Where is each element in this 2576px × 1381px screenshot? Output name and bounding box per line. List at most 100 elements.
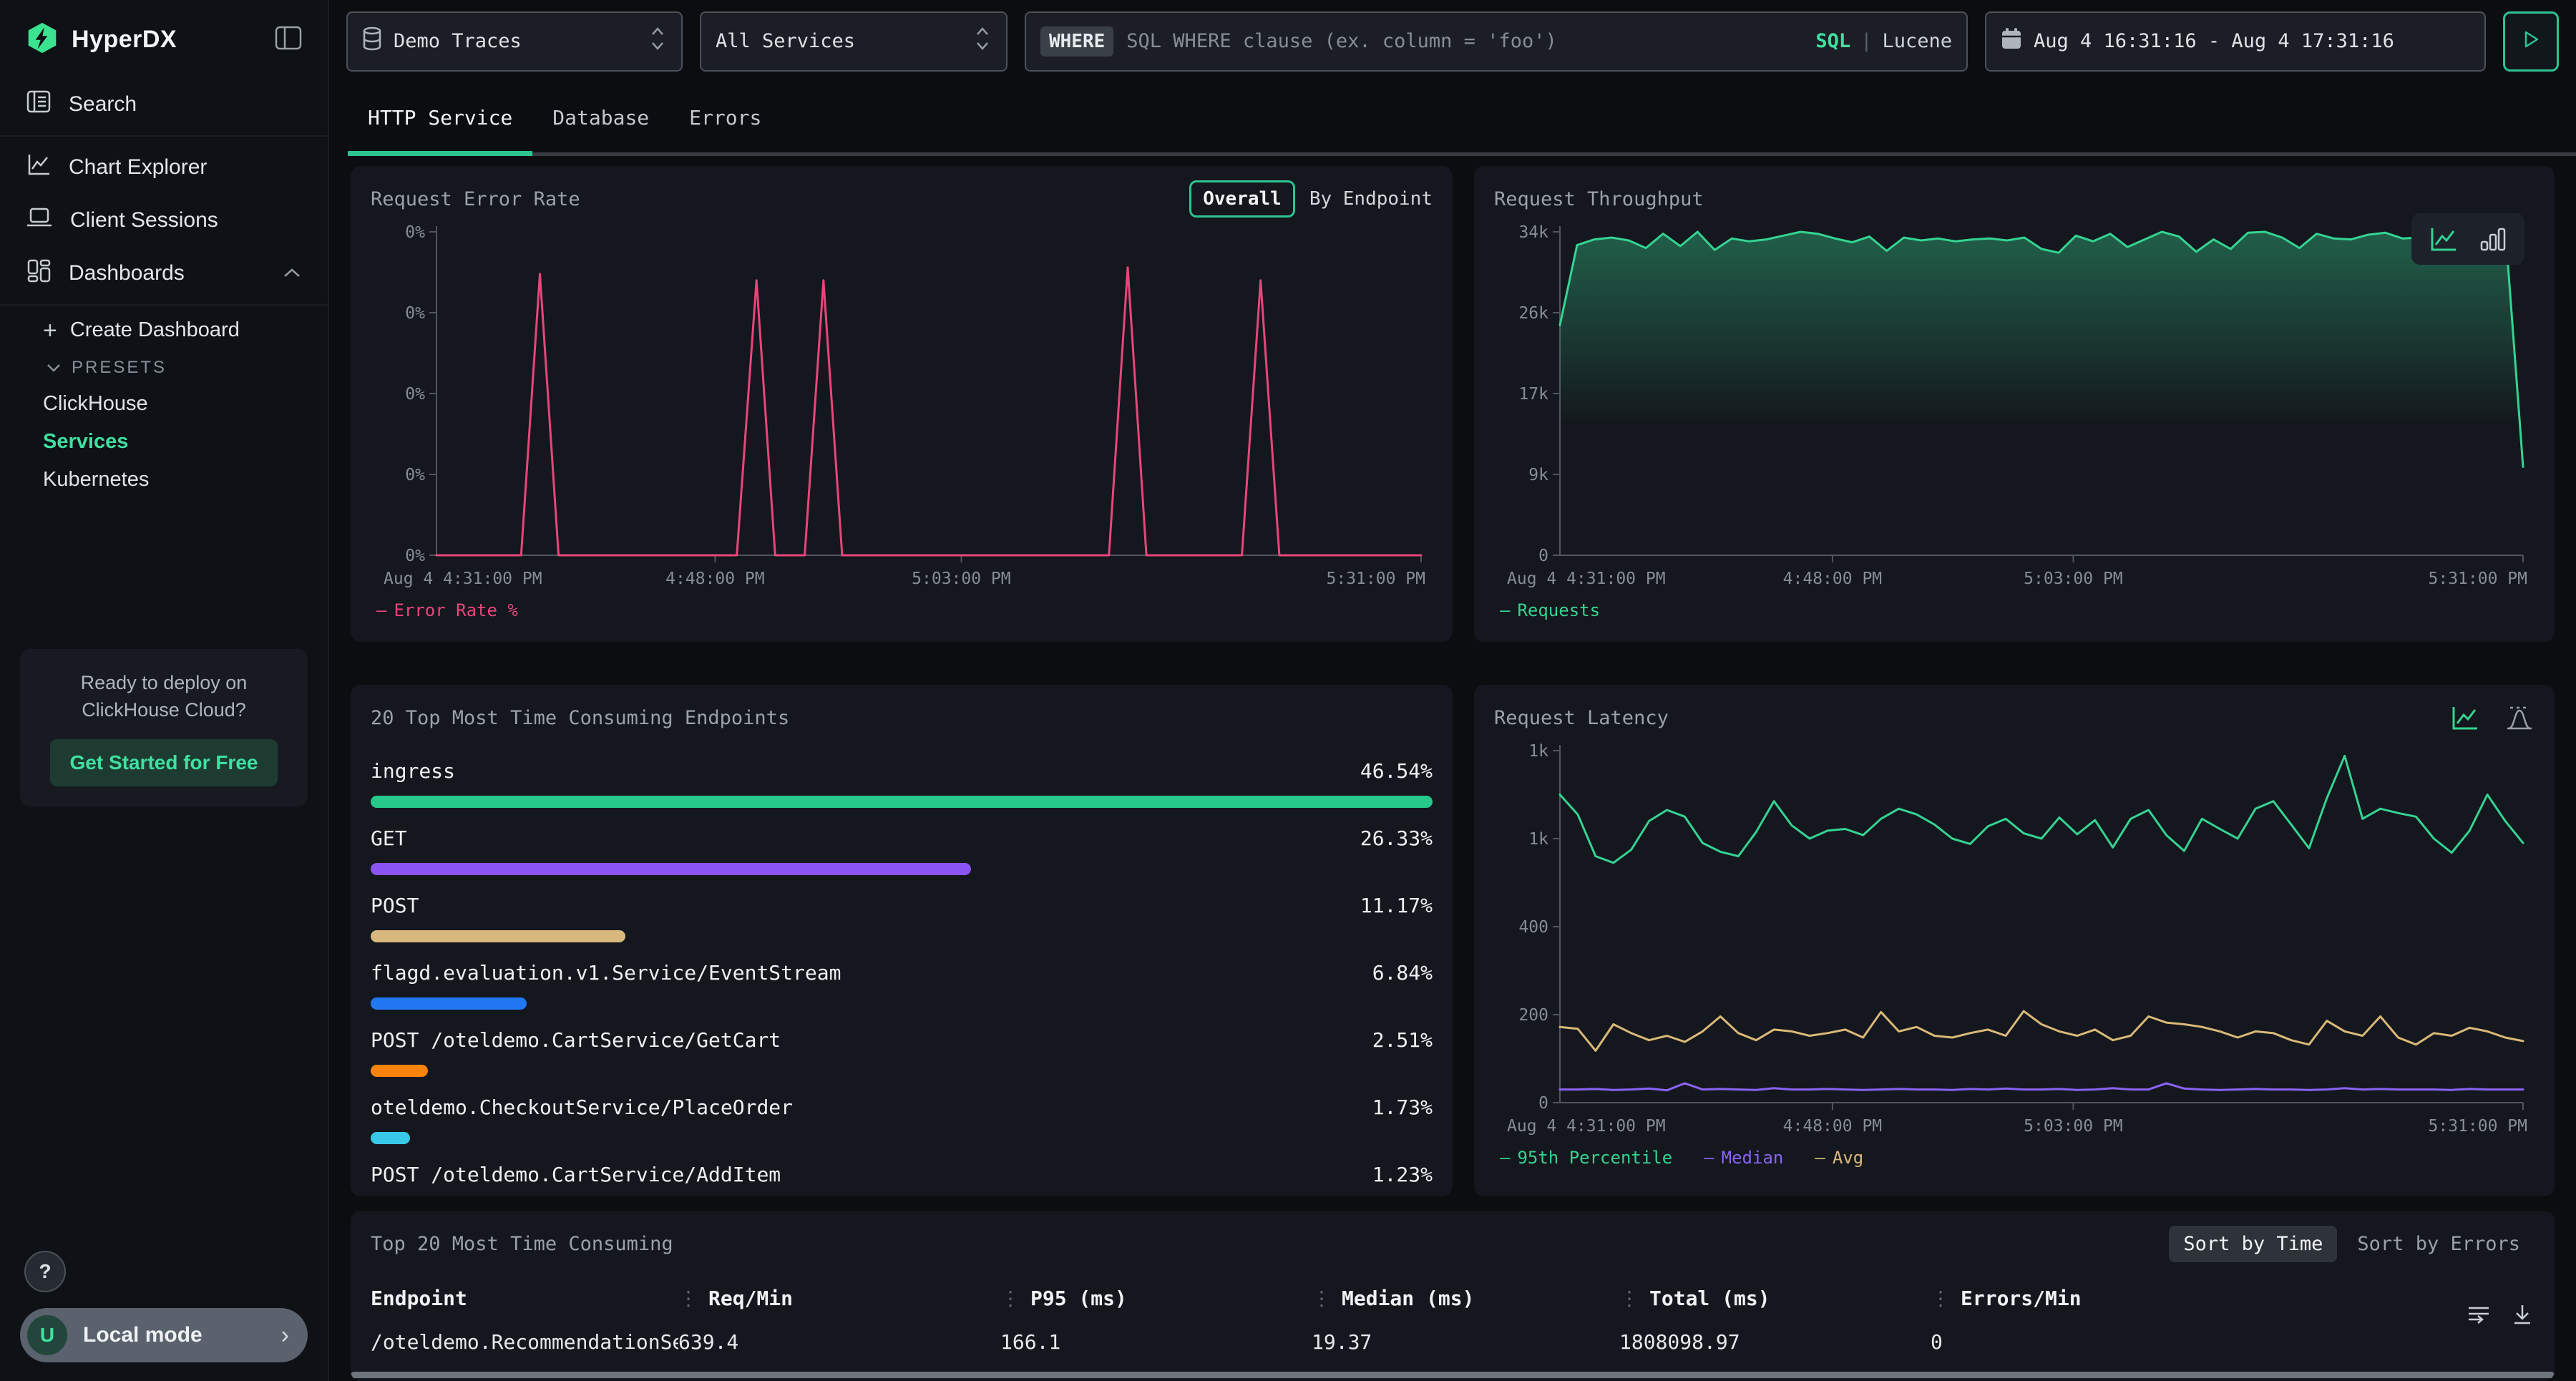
column-header-p95-ms-[interactable]: ⋮P95 (ms): [1000, 1287, 1312, 1310]
overall-toggle-button[interactable]: Overall: [1189, 180, 1295, 218]
service-select[interactable]: All Services: [700, 11, 1008, 72]
get-started-button[interactable]: Get Started for Free: [50, 739, 278, 786]
svg-text:5:03:00 PM: 5:03:00 PM: [2024, 570, 2122, 588]
sidebar-preset-kubernetes[interactable]: Kubernetes: [0, 461, 328, 499]
logo-row: HyperDX: [0, 0, 328, 78]
endpoint-percentage: 1.23%: [1372, 1163, 1433, 1186]
endpoint-row[interactable]: POST 11.17%: [371, 894, 1433, 942]
column-header-total-ms-[interactable]: ⋮Total (ms): [1619, 1287, 1931, 1310]
column-resize-handle-icon[interactable]: ⋮: [1619, 1287, 1639, 1310]
sidebar-item-dashboards[interactable]: Dashboards: [0, 247, 328, 300]
local-mode-label: Local mode: [83, 1323, 265, 1347]
run-query-button[interactable]: [2503, 11, 2559, 72]
endpoint-row[interactable]: GET26.33%: [371, 826, 1433, 875]
line-chart-icon[interactable]: [2429, 225, 2459, 253]
create-dashboard-button[interactable]: + Create Dashboard: [0, 310, 328, 351]
main-area: Demo Traces All Services WHERE SQL | Luc…: [329, 0, 2576, 1381]
endpoint-label: POST: [371, 894, 419, 917]
row-options-icon[interactable]: [2466, 1302, 2492, 1327]
svg-text:5:31:00 PM: 5:31:00 PM: [1327, 570, 1425, 588]
table-cell: 19.37: [1312, 1330, 1619, 1354]
column-resize-handle-icon[interactable]: ⋮: [1931, 1287, 1951, 1310]
sidebar-bottom: ? U Local mode ›: [0, 1251, 328, 1381]
legend-dash-icon: —: [1500, 600, 1510, 620]
endpoint-percentage: 11.17%: [1360, 894, 1433, 917]
column-header-median-ms-[interactable]: ⋮Median (ms): [1312, 1287, 1619, 1310]
endpoint-bar: [371, 1065, 428, 1077]
endpoint-row[interactable]: POST /oteldemo.CartService/AddItem1.23%: [371, 1163, 1433, 1196]
endpoint-bar: [371, 863, 971, 875]
endpoint-row[interactable]: flagd.evaluation.v1.Service/EventStream6…: [371, 961, 1433, 1010]
column-resize-handle-icon[interactable]: ⋮: [678, 1287, 698, 1310]
column-resize-handle-icon[interactable]: ⋮: [1000, 1287, 1020, 1310]
query-input[interactable]: [1126, 30, 1802, 52]
svg-text:400: 400: [1518, 918, 1548, 937]
bar-chart-icon[interactable]: [2479, 225, 2507, 253]
where-badge: WHERE: [1040, 26, 1113, 57]
tab-database[interactable]: Database: [532, 106, 669, 156]
brand-title: HyperDX: [72, 26, 177, 54]
by-endpoint-toggle-button[interactable]: By Endpoint: [1309, 188, 1433, 210]
table-sort-toggle: Sort by Time Sort by Errors: [2169, 1226, 2534, 1262]
select-chevrons-icon: [648, 24, 667, 59]
sort-by-errors-button[interactable]: Sort by Errors: [2343, 1226, 2534, 1262]
help-button[interactable]: ?: [24, 1251, 66, 1292]
request-latency-panel: Request Latency 02004001k1kAug 4 4:31:00…: [1474, 685, 2555, 1196]
endpoint-percentage: 6.84%: [1372, 961, 1433, 985]
sort-by-time-button[interactable]: Sort by Time: [2169, 1226, 2337, 1262]
column-header-req-min[interactable]: ⋮Req/Min: [678, 1287, 1000, 1310]
promo-text: Ready to deploy onClickHouse Cloud?: [34, 669, 293, 723]
tab-errors[interactable]: Errors: [669, 106, 781, 156]
endpoint-row[interactable]: POST /oteldemo.CartService/GetCart2.51%: [371, 1028, 1433, 1077]
horizontal-scrollbar[interactable]: [351, 1372, 2555, 1378]
service-select-value: All Services: [716, 30, 855, 52]
download-icon[interactable]: [2510, 1302, 2534, 1327]
svg-text:0: 0: [1538, 1094, 1548, 1113]
topbar: Demo Traces All Services WHERE SQL | Luc…: [329, 0, 2576, 83]
endpoint-bar: [371, 1132, 410, 1144]
table-cell: 166.1: [1000, 1330, 1312, 1354]
chevron-up-icon: [282, 261, 302, 286]
sidebar-preset-services[interactable]: Services: [0, 423, 328, 461]
local-mode-button[interactable]: U Local mode ›: [20, 1308, 308, 1362]
collapse-sidebar-icon[interactable]: [275, 26, 302, 54]
svg-text:1k: 1k: [1528, 742, 1548, 761]
source-select[interactable]: Demo Traces: [346, 11, 683, 72]
lucene-mode-button[interactable]: Lucene: [1882, 30, 1952, 52]
svg-text:26k: 26k: [1518, 304, 1548, 323]
svg-text:4:48:00 PM: 4:48:00 PM: [1783, 1117, 1882, 1136]
line-chart-icon[interactable]: [2450, 703, 2480, 732]
svg-text:4:48:00 PM: 4:48:00 PM: [665, 570, 764, 588]
svg-text:1k: 1k: [1528, 830, 1548, 849]
column-header-endpoint[interactable]: Endpoint: [371, 1287, 678, 1310]
sidebar-divider: [0, 304, 328, 306]
latency-chart-type-toggle: [2450, 703, 2534, 732]
sidebar-preset-clickhouse[interactable]: ClickHouse: [0, 385, 328, 423]
histogram-icon[interactable]: [2504, 703, 2534, 732]
legend-item[interactable]: —Requests: [1500, 600, 1600, 620]
legend-item[interactable]: —Median: [1704, 1148, 1783, 1168]
endpoint-row[interactable]: ingress46.54%: [371, 759, 1433, 808]
endpoint-bar: [371, 796, 1433, 808]
sidebar-item-chart-explorer[interactable]: Chart Explorer: [0, 141, 328, 194]
sql-mode-button[interactable]: SQL: [1815, 30, 1850, 52]
endpoint-row[interactable]: oteldemo.CheckoutService/PlaceOrder1.73%: [371, 1095, 1433, 1144]
column-header-errors-min[interactable]: ⋮Errors/Min: [1931, 1287, 2534, 1310]
request-throughput-panel: Request Throughput 09k17k26k34kAug 4 4:3…: [1474, 166, 2555, 642]
column-resize-handle-icon[interactable]: ⋮: [1312, 1287, 1332, 1310]
svg-text:9k: 9k: [1528, 466, 1548, 484]
presets-label: PRESETS: [72, 358, 167, 378]
table-row[interactable]: /oteldemo.RecommendationServ639.4166.119…: [371, 1330, 2534, 1354]
time-range-picker[interactable]: Aug 4 16:31:16 - Aug 4 17:31:16: [1985, 11, 2486, 72]
legend-item[interactable]: —Error Rate %: [376, 600, 518, 620]
sidebar-item-label: Chart Explorer: [69, 155, 207, 180]
legend-item[interactable]: —Avg: [1815, 1148, 1863, 1168]
legend-item[interactable]: —95th Percentile: [1500, 1148, 1672, 1168]
sidebar-item-search[interactable]: Search: [0, 78, 328, 131]
presets-toggle[interactable]: PRESETS: [0, 351, 328, 385]
sidebar-item-client-sessions[interactable]: Client Sessions: [0, 194, 328, 247]
sidebar-divider: [0, 135, 328, 137]
legend-label: 95th Percentile: [1517, 1148, 1672, 1168]
tab-http-service[interactable]: HTTP Service: [348, 106, 532, 156]
svg-text:5:03:00 PM: 5:03:00 PM: [2024, 1117, 2122, 1136]
